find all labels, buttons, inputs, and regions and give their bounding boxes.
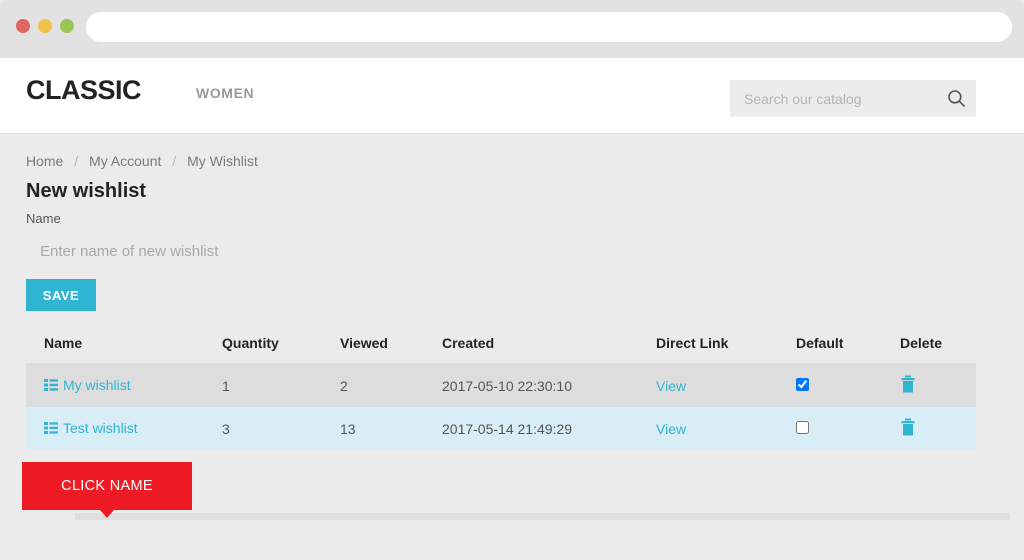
breadcrumb-separator: / bbox=[172, 153, 177, 169]
cell-created: 2017-05-10 22:30:10 bbox=[442, 363, 656, 407]
click-name-callout: CLICK NAME bbox=[22, 462, 192, 518]
table-header: Name Quantity Viewed Created Direct Link… bbox=[26, 325, 976, 364]
list-icon bbox=[44, 422, 58, 434]
save-button[interactable]: SAVE bbox=[26, 279, 96, 311]
nav-item-women[interactable]: WOMEN bbox=[196, 85, 254, 101]
cell-direct-link: View bbox=[656, 363, 796, 407]
cell-delete bbox=[900, 363, 976, 407]
search-box[interactable] bbox=[730, 80, 976, 117]
window-controls bbox=[16, 19, 74, 33]
list-icon bbox=[44, 379, 58, 391]
name-field-label: Name bbox=[26, 211, 61, 226]
table-header-row: Name Quantity Viewed Created Direct Link… bbox=[26, 325, 976, 364]
view-link[interactable]: View bbox=[656, 378, 686, 394]
breadcrumb-separator: / bbox=[74, 153, 79, 169]
wishlist-table: Name Quantity Viewed Created Direct Link… bbox=[26, 325, 976, 450]
cell-viewed: 2 bbox=[340, 363, 442, 407]
breadcrumb-my-wishlist[interactable]: My Wishlist bbox=[187, 153, 258, 169]
browser-chrome bbox=[0, 0, 1024, 58]
column-header-delete[interactable]: Delete bbox=[900, 325, 976, 364]
search-input[interactable] bbox=[730, 80, 976, 117]
cell-default bbox=[796, 363, 900, 407]
cell-default bbox=[796, 407, 900, 450]
trash-icon[interactable] bbox=[900, 418, 916, 436]
address-bar[interactable] bbox=[86, 12, 1012, 42]
table-row: Test wishlist 3 13 2017-05-14 21:49:29 V… bbox=[26, 407, 976, 450]
cell-name: Test wishlist bbox=[26, 407, 222, 450]
breadcrumb-home[interactable]: Home bbox=[26, 153, 63, 169]
cell-quantity: 1 bbox=[222, 363, 340, 407]
wishlist-name-link[interactable]: My wishlist bbox=[44, 377, 131, 393]
breadcrumb-my-account[interactable]: My Account bbox=[89, 153, 161, 169]
column-header-name[interactable]: Name bbox=[26, 325, 222, 364]
view-link[interactable]: View bbox=[656, 421, 686, 437]
wishlist-name-label: My wishlist bbox=[63, 377, 131, 393]
default-checkbox[interactable] bbox=[796, 377, 809, 391]
section-divider bbox=[75, 513, 1010, 520]
page-content: Home / My Account / My Wishlist New wish… bbox=[0, 135, 1024, 560]
callout-arrow-icon bbox=[100, 510, 114, 518]
site-header: CLASSIC WOMEN bbox=[0, 58, 1024, 134]
column-header-viewed[interactable]: Viewed bbox=[340, 325, 442, 364]
wishlist-table-container: Name Quantity Viewed Created Direct Link… bbox=[26, 325, 976, 450]
breadcrumb: Home / My Account / My Wishlist bbox=[26, 153, 258, 169]
close-window-button[interactable] bbox=[16, 19, 30, 33]
trash-icon[interactable] bbox=[900, 375, 916, 393]
cell-direct-link: View bbox=[656, 407, 796, 450]
maximize-window-button[interactable] bbox=[60, 19, 74, 33]
column-header-default[interactable]: Default bbox=[796, 325, 900, 364]
callout-label: CLICK NAME bbox=[61, 478, 153, 494]
site-logo[interactable]: CLASSIC bbox=[26, 75, 142, 106]
cell-viewed: 13 bbox=[340, 407, 442, 450]
column-header-direct-link[interactable]: Direct Link bbox=[656, 325, 796, 364]
wishlist-name-input[interactable] bbox=[26, 237, 446, 265]
minimize-window-button[interactable] bbox=[38, 19, 52, 33]
column-header-created[interactable]: Created bbox=[442, 325, 656, 364]
column-header-quantity[interactable]: Quantity bbox=[222, 325, 340, 364]
cell-created: 2017-05-14 21:49:29 bbox=[442, 407, 656, 450]
default-checkbox[interactable] bbox=[796, 420, 809, 434]
page-title: New wishlist bbox=[26, 180, 147, 202]
table-body: My wishlist 1 2 2017-05-10 22:30:10 View bbox=[26, 363, 976, 450]
cell-delete bbox=[900, 407, 976, 450]
wishlist-name-link[interactable]: Test wishlist bbox=[44, 420, 138, 436]
cell-name: My wishlist bbox=[26, 363, 222, 407]
footer-peek bbox=[0, 555, 1024, 560]
cell-quantity: 3 bbox=[222, 407, 340, 450]
table-row: My wishlist 1 2 2017-05-10 22:30:10 View bbox=[26, 363, 976, 407]
wishlist-name-label: Test wishlist bbox=[63, 420, 138, 436]
